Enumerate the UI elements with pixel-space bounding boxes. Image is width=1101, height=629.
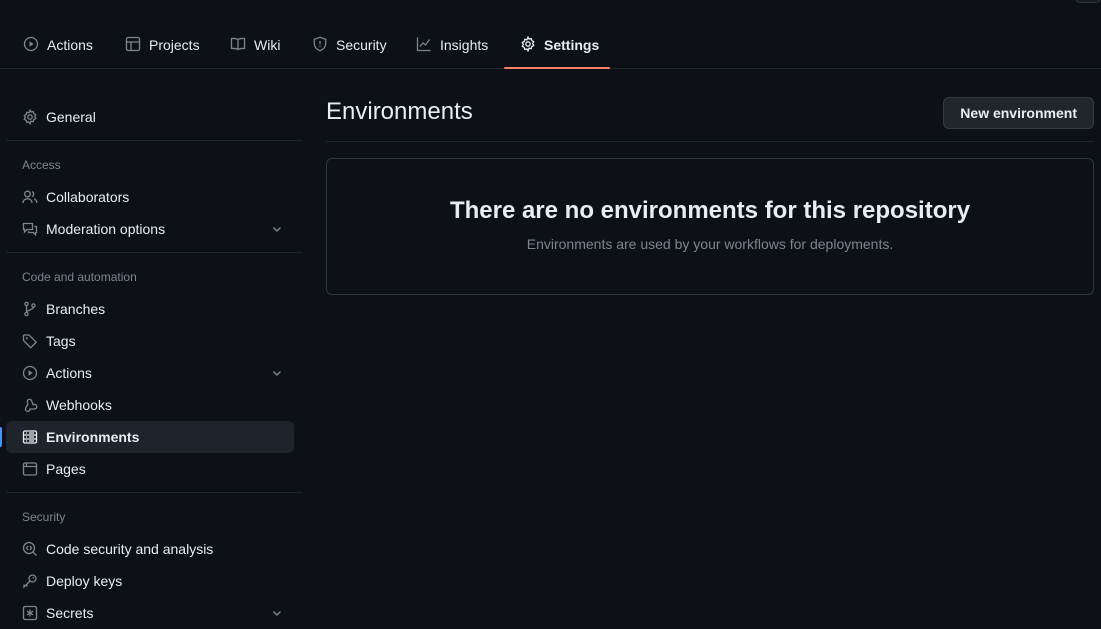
sidebar-item-label: Webhooks: [46, 397, 112, 413]
tab-insights[interactable]: Insights: [408, 20, 496, 68]
graph-icon: [416, 36, 432, 52]
main-content: Environments New environment There are n…: [326, 96, 1094, 295]
git-branch-icon: [22, 301, 38, 317]
sidebar-item-moderation[interactable]: Moderation options: [6, 213, 294, 245]
tab-settings[interactable]: Settings: [504, 20, 610, 69]
gear-icon: [22, 109, 38, 125]
repo-nav: Actions Projects Wiki Security Insights …: [0, 0, 1101, 69]
sidebar-item-label: Branches: [46, 301, 106, 317]
book-icon: [230, 36, 246, 52]
chevron-down-icon: [270, 606, 284, 620]
table-icon: [125, 36, 141, 52]
group-heading-access: Access: [22, 158, 61, 172]
sidebar-item-environments[interactable]: Environments: [0, 421, 294, 453]
group-heading-security: Security: [22, 510, 66, 524]
key-icon: [22, 573, 38, 589]
sidebar-item-label: General: [46, 109, 96, 125]
tag-icon: [22, 333, 38, 349]
sidebar-item-label: Actions: [46, 365, 92, 381]
tab-security[interactable]: Security: [304, 20, 395, 68]
chevron-down-icon: [270, 366, 284, 380]
divider: [6, 492, 302, 493]
sidebar-item-label: Deploy keys: [46, 573, 123, 589]
comment-discussion-icon: [22, 221, 38, 237]
tab-label: Insights: [440, 37, 489, 53]
browser-icon: [22, 461, 38, 477]
page-title: Environments: [326, 98, 473, 125]
tab-actions[interactable]: Actions: [15, 20, 101, 68]
tab-label: Wiki: [254, 37, 281, 53]
sidebar-item-pages[interactable]: Pages: [6, 453, 294, 485]
empty-state-title: There are no environments for this repos…: [449, 197, 971, 224]
sidebar-item-label: Environments: [46, 429, 140, 445]
gear-icon: [520, 36, 536, 52]
sidebar-item-secrets[interactable]: Secrets: [6, 597, 294, 629]
sidebar-item-webhooks[interactable]: Webhooks: [6, 389, 294, 421]
play-circle-icon: [23, 36, 39, 52]
tab-label: Actions: [47, 37, 93, 53]
webhook-icon: [22, 397, 38, 413]
sidebar-item-deploy-keys[interactable]: Deploy keys: [6, 565, 294, 597]
group-heading-code-automation: Code and automation: [22, 270, 137, 284]
sidebar-item-label: Collaborators: [46, 189, 130, 205]
shield-icon: [312, 36, 328, 52]
sidebar-item-tags[interactable]: Tags: [6, 325, 294, 357]
sidebar-item-label: Code security and analysis: [46, 541, 214, 557]
chevron-down-icon: [270, 222, 284, 236]
sidebar-item-actions[interactable]: Actions: [6, 357, 294, 389]
settings-sidebar: General Access Collaborators Moderation …: [0, 101, 302, 629]
sidebar-item-code-security[interactable]: Code security and analysis: [6, 533, 294, 565]
codescan-icon: [22, 541, 38, 557]
new-environment-button[interactable]: New environment: [943, 97, 1094, 129]
divider: [6, 140, 302, 141]
tab-label: Security: [336, 37, 387, 53]
sidebar-item-collaborators[interactable]: Collaborators: [6, 181, 294, 213]
tab-projects[interactable]: Projects: [117, 20, 208, 68]
sidebar-item-label: Secrets: [46, 605, 94, 621]
sidebar-item-label: Tags: [46, 333, 76, 349]
sidebar-item-branches[interactable]: Branches: [6, 293, 294, 325]
tab-label: Projects: [149, 37, 200, 53]
play-circle-icon: [22, 365, 38, 381]
empty-state-description: Environments are used by your workflows …: [526, 236, 894, 252]
empty-state: There are no environments for this repos…: [326, 158, 1094, 295]
subhead: Environments New environment: [326, 96, 1094, 142]
sidebar-item-label: Moderation options: [46, 221, 166, 237]
divider: [6, 252, 302, 253]
sidebar-item-general[interactable]: General: [6, 101, 294, 133]
tab-wiki[interactable]: Wiki: [222, 20, 288, 68]
people-icon: [22, 189, 38, 205]
secret-icon: [22, 605, 38, 621]
server-icon: [22, 429, 38, 445]
tab-label: Settings: [544, 37, 600, 53]
sidebar-item-label: Pages: [46, 461, 86, 477]
header-button-edge[interactable]: [1075, 0, 1101, 3]
